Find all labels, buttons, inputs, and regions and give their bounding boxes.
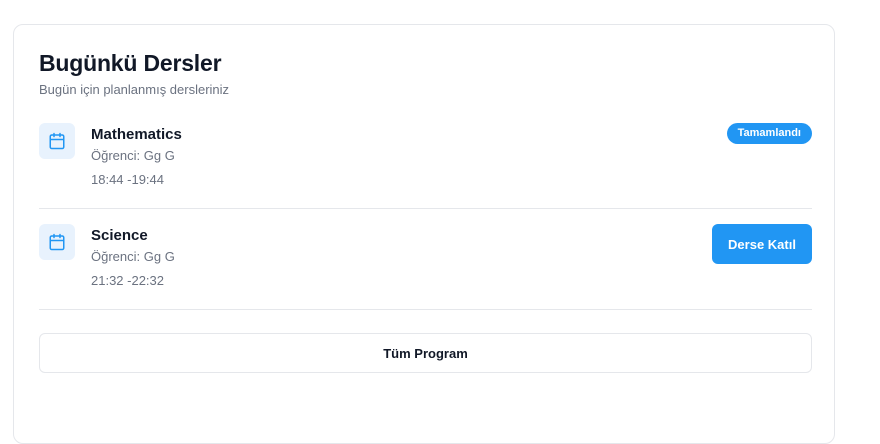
card-header: Bugünkü Dersler Bugün için planlanmış de… xyxy=(39,49,229,98)
calendar-icon xyxy=(39,123,75,159)
page-title: Bugünkü Dersler xyxy=(39,50,222,76)
lesson-student: Öğrenci: Gg G xyxy=(91,148,175,163)
full-program-button[interactable]: Tüm Program xyxy=(39,333,812,373)
lesson-info: Mathematics Öğrenci: Gg G 18:44 -19:44 xyxy=(91,125,182,188)
lesson-title: Science xyxy=(91,227,148,244)
lesson-time: 18:44 -19:44 xyxy=(91,172,165,187)
lesson-info: Science Öğrenci: Gg G 21:32 -22:32 xyxy=(91,226,175,289)
calendar-icon xyxy=(39,224,75,260)
page-subtitle: Bugün için planlanmış dersleriniz xyxy=(39,82,230,97)
todays-lessons-card: Bugünkü Dersler Bugün için planlanmış de… xyxy=(13,24,835,444)
lesson-time: 21:32 -22:32 xyxy=(91,273,165,288)
lesson-title: Mathematics xyxy=(91,126,182,143)
status-badge: Tamamlandı xyxy=(726,123,812,144)
join-lesson-button[interactable]: Derse Katıl xyxy=(712,224,812,264)
lesson-item: Mathematics Öğrenci: Gg G 18:44 -19:44 T… xyxy=(39,123,812,209)
lesson-student: Öğrenci: Gg G xyxy=(91,249,175,264)
lesson-item: Science Öğrenci: Gg G 21:32 -22:32 Derse… xyxy=(39,224,812,310)
